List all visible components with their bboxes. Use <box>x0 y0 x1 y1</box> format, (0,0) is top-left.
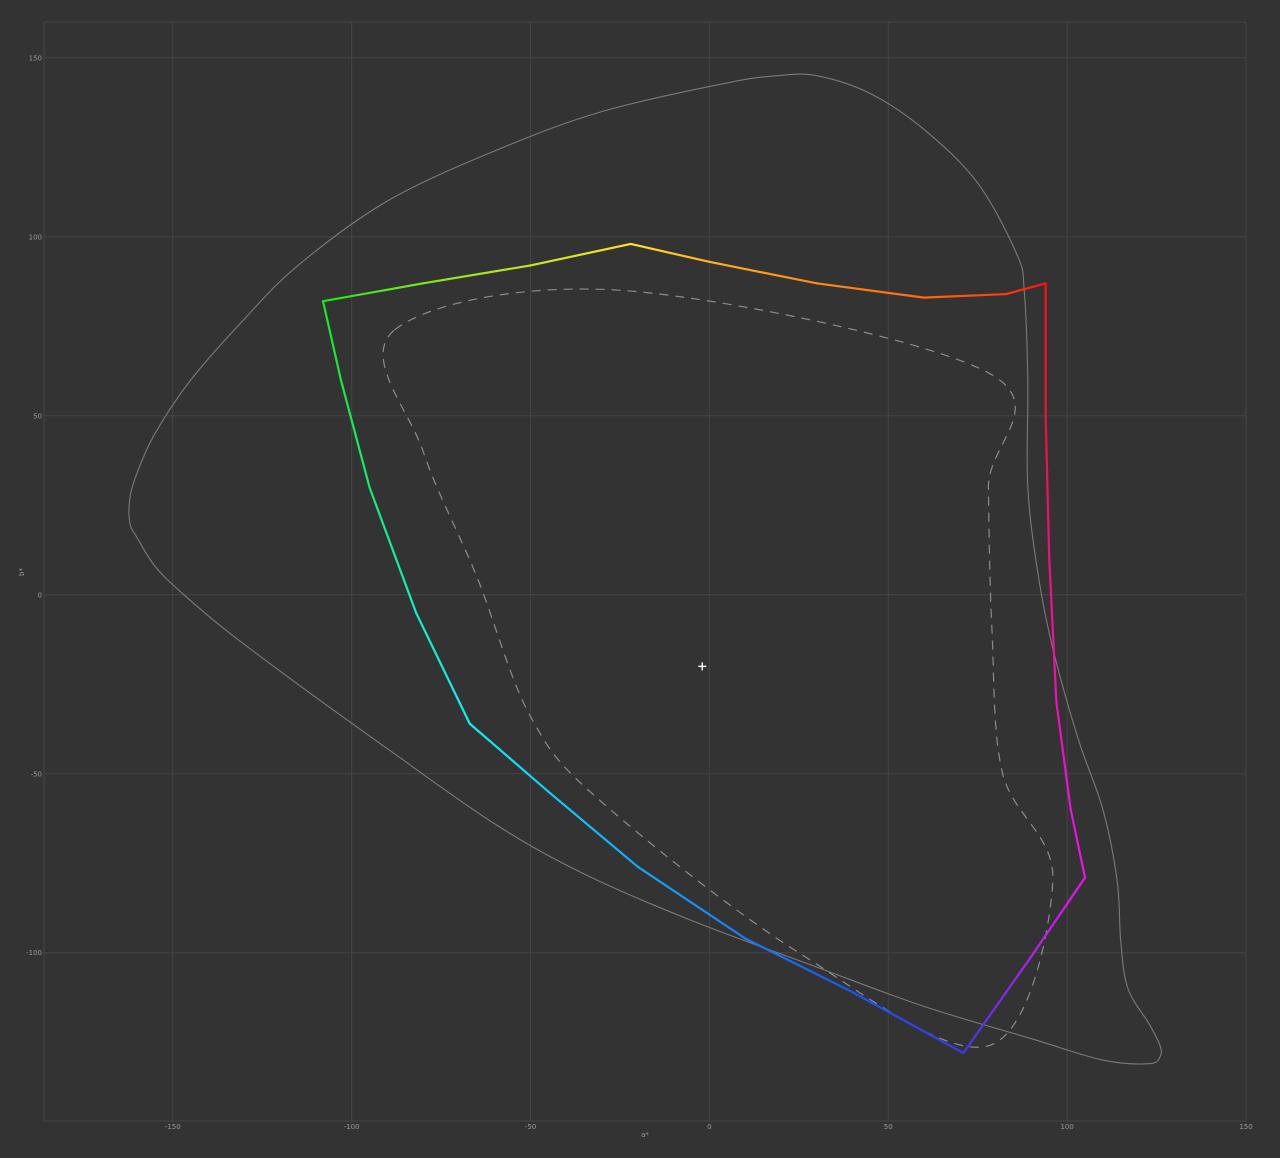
x-tick-label: 50 <box>884 1123 893 1131</box>
chart-background <box>0 0 1280 1158</box>
x-axis-label: a* <box>641 1131 649 1139</box>
y-axis-label: b* <box>18 568 26 576</box>
x-tick-label: -100 <box>344 1123 360 1131</box>
y-tick-label: 0 <box>38 591 42 599</box>
y-tick-label: 100 <box>29 233 42 241</box>
x-tick-label: 100 <box>1060 1123 1073 1131</box>
y-tick-label: 50 <box>33 412 42 420</box>
x-tick-label: -150 <box>165 1123 181 1131</box>
x-tick-label: 150 <box>1239 1123 1252 1131</box>
x-tick-label: -50 <box>525 1123 536 1131</box>
y-tick-label: 150 <box>29 54 42 62</box>
lab-chart: -150 -100 -50 0 50 100 150150100500-50-100 a* … <box>0 0 1280 1158</box>
y-tick-label: -100 <box>26 949 42 957</box>
y-tick-label: -50 <box>31 770 42 778</box>
x-tick-label: 0 <box>707 1123 711 1131</box>
